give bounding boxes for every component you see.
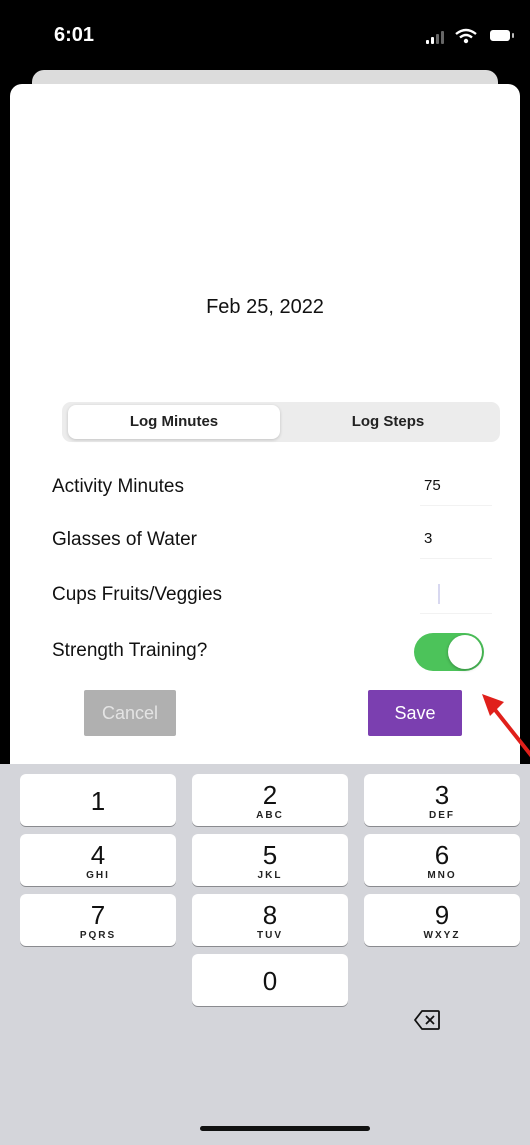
glasses-water-label: Glasses of Water [52, 529, 198, 550]
signal-icon [426, 40, 429, 44]
key-3[interactable]: 3 DEF [364, 774, 520, 826]
key-8[interactable]: 8 TUV [192, 894, 348, 946]
key-0[interactable]: 0 [192, 954, 348, 1006]
tab-log-minutes[interactable]: Log Minutes [68, 405, 280, 439]
status-icons [424, 28, 516, 44]
battery-icon [490, 30, 510, 41]
phone-screen: 6:01 Feb 25, 2022 Log Minutes Log Steps … [0, 0, 530, 1145]
activity-minutes-label: Activity Minutes [52, 476, 184, 497]
text-cursor [438, 584, 440, 604]
wifi-icon [455, 28, 477, 44]
date-label: Feb 25, 2022 [206, 296, 324, 318]
segmented-control: Log Minutes Log Steps [62, 402, 500, 442]
cups-fruits-label: Cups Fruits/Veggies [52, 584, 223, 605]
cups-fruits-field[interactable] [420, 574, 492, 614]
strength-training-label: Strength Training? [52, 640, 208, 661]
save-button[interactable]: Save [368, 690, 462, 736]
annotation-arrow-icon [482, 694, 530, 758]
key-2[interactable]: 2 ABC [192, 774, 348, 826]
key-6[interactable]: 6 MNO [364, 834, 520, 886]
glasses-water-field[interactable]: 3 [420, 519, 492, 559]
home-indicator[interactable] [200, 1126, 370, 1131]
tab-log-steps[interactable]: Log Steps [282, 402, 494, 442]
delete-left-icon[interactable] [414, 1010, 440, 1030]
key-4[interactable]: 4 GHI [20, 834, 176, 886]
toggle-knob [448, 635, 482, 669]
activity-minutes-field[interactable]: 75 [420, 466, 492, 506]
key-1[interactable]: 1 [20, 774, 176, 826]
key-7[interactable]: 7 PQRS [20, 894, 176, 946]
key-9[interactable]: 9 WXYZ [364, 894, 520, 946]
cancel-button[interactable]: Cancel [84, 690, 176, 736]
key-5[interactable]: 5 JKL [192, 834, 348, 886]
strength-training-toggle[interactable] [414, 633, 484, 671]
status-time: 6:01 [54, 24, 95, 46]
